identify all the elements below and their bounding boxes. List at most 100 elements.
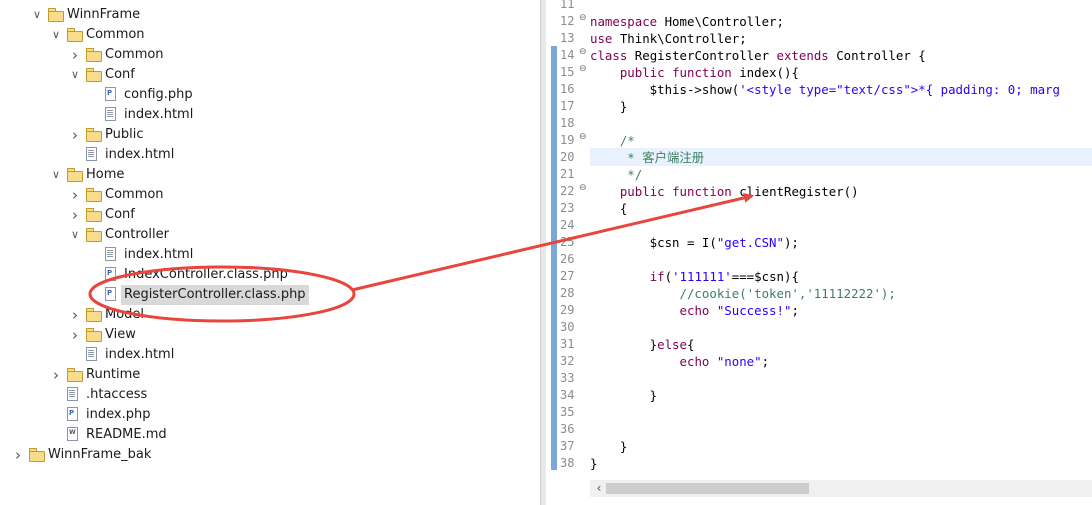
chevron-down-icon[interactable]: ∨ (30, 5, 44, 25)
change-ruler-bar (551, 46, 557, 470)
chevron-down-icon[interactable]: ∨ (49, 25, 63, 45)
tree-item[interactable]: index.html (0, 245, 540, 265)
line-number: 29 (560, 303, 575, 317)
code-line[interactable]: public function index(){ (590, 64, 799, 81)
code-line[interactable]: $this->show('<style type="text/css">*{ p… (590, 81, 1060, 98)
chevron-down-icon[interactable]: ∨ (68, 225, 82, 245)
tree-item[interactable]: Pconfig.php (0, 85, 540, 105)
folder-icon (29, 448, 45, 462)
tree-item[interactable]: › Conf (0, 205, 540, 225)
code-line[interactable]: if('111111'===$csn){ (590, 268, 799, 285)
tree-item[interactable]: › Model (0, 305, 540, 325)
tree-item-label: RegisterController.class.php (121, 285, 309, 305)
tree-item-label: README.md (86, 427, 167, 442)
code-token: ===$csn){ (731, 269, 799, 284)
tree-item[interactable]: ∨ Conf (0, 65, 540, 85)
code-line[interactable]: * 客户端注册 (590, 149, 704, 166)
line-number: 13 (560, 31, 575, 45)
folder-icon (67, 28, 83, 42)
chevron-right-icon[interactable]: › (68, 305, 82, 325)
code-token: function (672, 65, 732, 80)
tree-item[interactable]: P RegisterController.class.php (0, 285, 540, 305)
code-token: "none" (716, 354, 762, 369)
chevron-down-icon[interactable]: ∨ (49, 165, 63, 185)
chevron-right-icon[interactable]: › (49, 365, 63, 385)
line-number: 20 (560, 150, 575, 164)
code-line[interactable]: } (590, 387, 657, 404)
code-token: $this->show( (590, 82, 740, 97)
tree-item-label: Model (105, 307, 145, 322)
line-number: 32 (560, 354, 575, 368)
code-line[interactable]: { (590, 200, 627, 217)
line-number: 34 (560, 388, 575, 402)
code-line[interactable]: public function clientRegister() (590, 183, 859, 200)
chevron-right-icon[interactable]: › (11, 445, 25, 465)
tree-item[interactable]: › WinnFrame_bak (0, 445, 540, 465)
scrollbar-thumb[interactable] (606, 483, 809, 494)
tree-item[interactable]: P IndexController.class.php (0, 265, 540, 285)
code-token: ; (791, 303, 799, 318)
code-line[interactable]: echo "none"; (590, 353, 770, 370)
code-line[interactable]: class RegisterController extends Control… (590, 47, 926, 64)
tree-item[interactable]: index.html (0, 105, 540, 125)
code-token: extends (776, 48, 829, 63)
tree-item-label: Public (105, 127, 144, 142)
tree-item[interactable]: ∨ Common (0, 25, 540, 45)
fold-toggle-icon[interactable]: ⊖ (579, 13, 587, 23)
code-token: else (657, 337, 687, 352)
tree-item[interactable]: › Runtime (0, 365, 540, 385)
code-token: } (590, 439, 628, 454)
code-token: { (590, 201, 628, 216)
tree-item[interactable]: W README.md (0, 425, 540, 445)
html-file-icon (105, 107, 116, 121)
line-number: 25 (560, 235, 575, 249)
code-line[interactable]: echo "Success!"; (590, 302, 799, 319)
chevron-right-icon[interactable]: › (68, 45, 82, 65)
tree-item[interactable]: index.html (0, 145, 540, 165)
tree-item[interactable]: ∨ WinnFrame (0, 5, 540, 25)
tree-item[interactable]: ∨ Home (0, 165, 540, 185)
tree-item[interactable]: › Common (0, 185, 540, 205)
tree-item[interactable]: Pindex.php (0, 405, 540, 425)
folder-icon (86, 328, 102, 342)
chevron-right-icon[interactable]: › (68, 205, 82, 225)
code-token: ; (761, 354, 770, 369)
code-line[interactable]: namespace Home\Controller; (590, 13, 784, 30)
code-token: echo (679, 303, 710, 318)
chevron-right-icon[interactable]: › (68, 185, 82, 205)
code-line[interactable]: } (590, 438, 627, 455)
tree-item[interactable]: › View (0, 325, 540, 345)
code-line[interactable]: } (590, 98, 627, 115)
tree-item[interactable]: › Public (0, 125, 540, 145)
code-line[interactable]: */ (590, 166, 642, 183)
tree-item[interactable]: ∨ Controller (0, 225, 540, 245)
chevron-down-icon[interactable]: ∨ (68, 65, 82, 85)
line-number-ruler: 11 12 ⊖ 13 14 ⊖ 15 ⊖ 16 17 18 19 ⊖ 20 21 22 ⊖ 23 24 25 26 27 2… (546, 0, 588, 480)
code-line[interactable]: $csn = I("get.CSN"); (590, 234, 799, 251)
fold-toggle-icon[interactable]: ⊖ (579, 47, 587, 57)
code-token: index(){ (731, 65, 799, 80)
code-line[interactable]: //cookie('token','11112222'); (590, 285, 896, 302)
chevron-right-icon[interactable]: › (68, 325, 82, 345)
code-editor[interactable]: 11 12 ⊖ 13 14 ⊖ 15 ⊖ 16 17 18 19 ⊖ 20 21 22 ⊖ 23 24 25 26 27 2… (546, 0, 1092, 505)
chevron-right-icon[interactable]: › (68, 125, 82, 145)
tree-item[interactable]: › Common (0, 45, 540, 65)
line-number: 38 (560, 456, 575, 470)
fold-toggle-icon[interactable]: ⊖ (579, 132, 587, 142)
code-token: ); (783, 235, 799, 250)
fold-toggle-icon[interactable]: ⊖ (579, 183, 587, 193)
folder-icon (86, 228, 102, 242)
horizontal-scrollbar[interactable]: ‹ (590, 480, 1092, 497)
code-line[interactable]: /* (590, 132, 635, 149)
tree-item[interactable]: .htaccess (0, 385, 540, 405)
tree-item-label: .htaccess (86, 387, 148, 402)
code-token: //cookie('token','11112222'); (590, 286, 896, 301)
scroll-left-icon[interactable]: ‹ (592, 480, 606, 497)
code-line[interactable]: use Think\Controller; (590, 30, 747, 47)
code-token: /* (590, 133, 635, 148)
code-line[interactable]: }else{ (590, 336, 695, 353)
fold-toggle-icon[interactable]: ⊖ (579, 64, 587, 74)
code-line[interactable]: } (590, 455, 597, 472)
tree-item[interactable]: index.html (0, 345, 540, 365)
